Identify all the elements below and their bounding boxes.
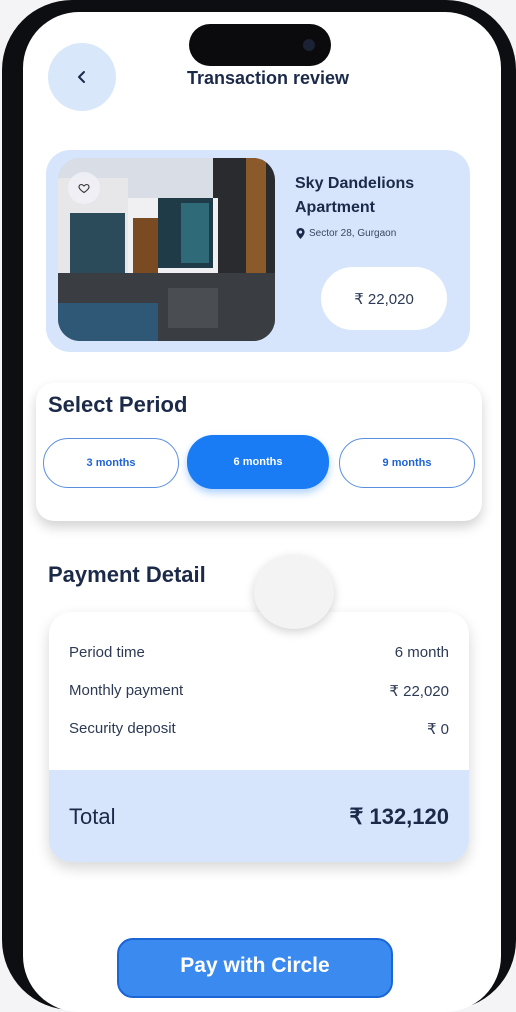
total-band: Total ₹ 132,120 [49, 770, 469, 862]
detail-label: Period time [69, 644, 145, 661]
page-title: Transaction review [186, 68, 350, 88]
payment-detail-title: Payment Detail [48, 562, 206, 587]
total-label: Total [69, 804, 116, 829]
period-option-6-months[interactable]: 6 months [187, 435, 329, 489]
floating-touch-handle[interactable] [254, 555, 334, 629]
detail-value: ₹ 0 [426, 721, 449, 738]
dynamic-island [189, 24, 331, 66]
favorite-button[interactable] [68, 172, 100, 204]
detail-label: Monthly payment [69, 682, 184, 699]
period-option-9-months[interactable]: 9 months [339, 438, 475, 488]
price-badge: ₹ 22,020 [321, 267, 447, 330]
detail-value: 6 month [394, 644, 449, 661]
detail-label: Security deposit [69, 720, 176, 737]
period-title: Select Period [48, 392, 188, 417]
detail-row-monthly: Monthly payment ₹ 22,020 [69, 682, 449, 700]
property-name: Sky Dandelions Apartment [295, 175, 415, 216]
detail-row-deposit: Security deposit ₹ 0 [69, 720, 449, 738]
total-value: ₹ 132,120 [349, 804, 449, 829]
payment-detail-card: Period time 6 month Monthly payment ₹ 22… [49, 612, 469, 862]
detail-value: ₹ 22,020 [389, 683, 449, 700]
location-pin-icon [296, 228, 305, 239]
camera-icon [303, 39, 315, 51]
total-row: Total ₹ 132,120 [69, 804, 449, 830]
property-location: Sector 28, Gurgaon [296, 228, 396, 239]
heart-icon [78, 183, 90, 194]
back-button[interactable] [48, 43, 116, 111]
pay-with-circle-button[interactable]: Pay with Circle [117, 938, 393, 998]
chevron-left-icon [78, 71, 85, 83]
detail-row-period: Period time 6 month [69, 644, 449, 661]
period-option-3-months[interactable]: 3 months [43, 438, 179, 488]
location-text: Sector 28, Gurgaon [309, 228, 397, 239]
